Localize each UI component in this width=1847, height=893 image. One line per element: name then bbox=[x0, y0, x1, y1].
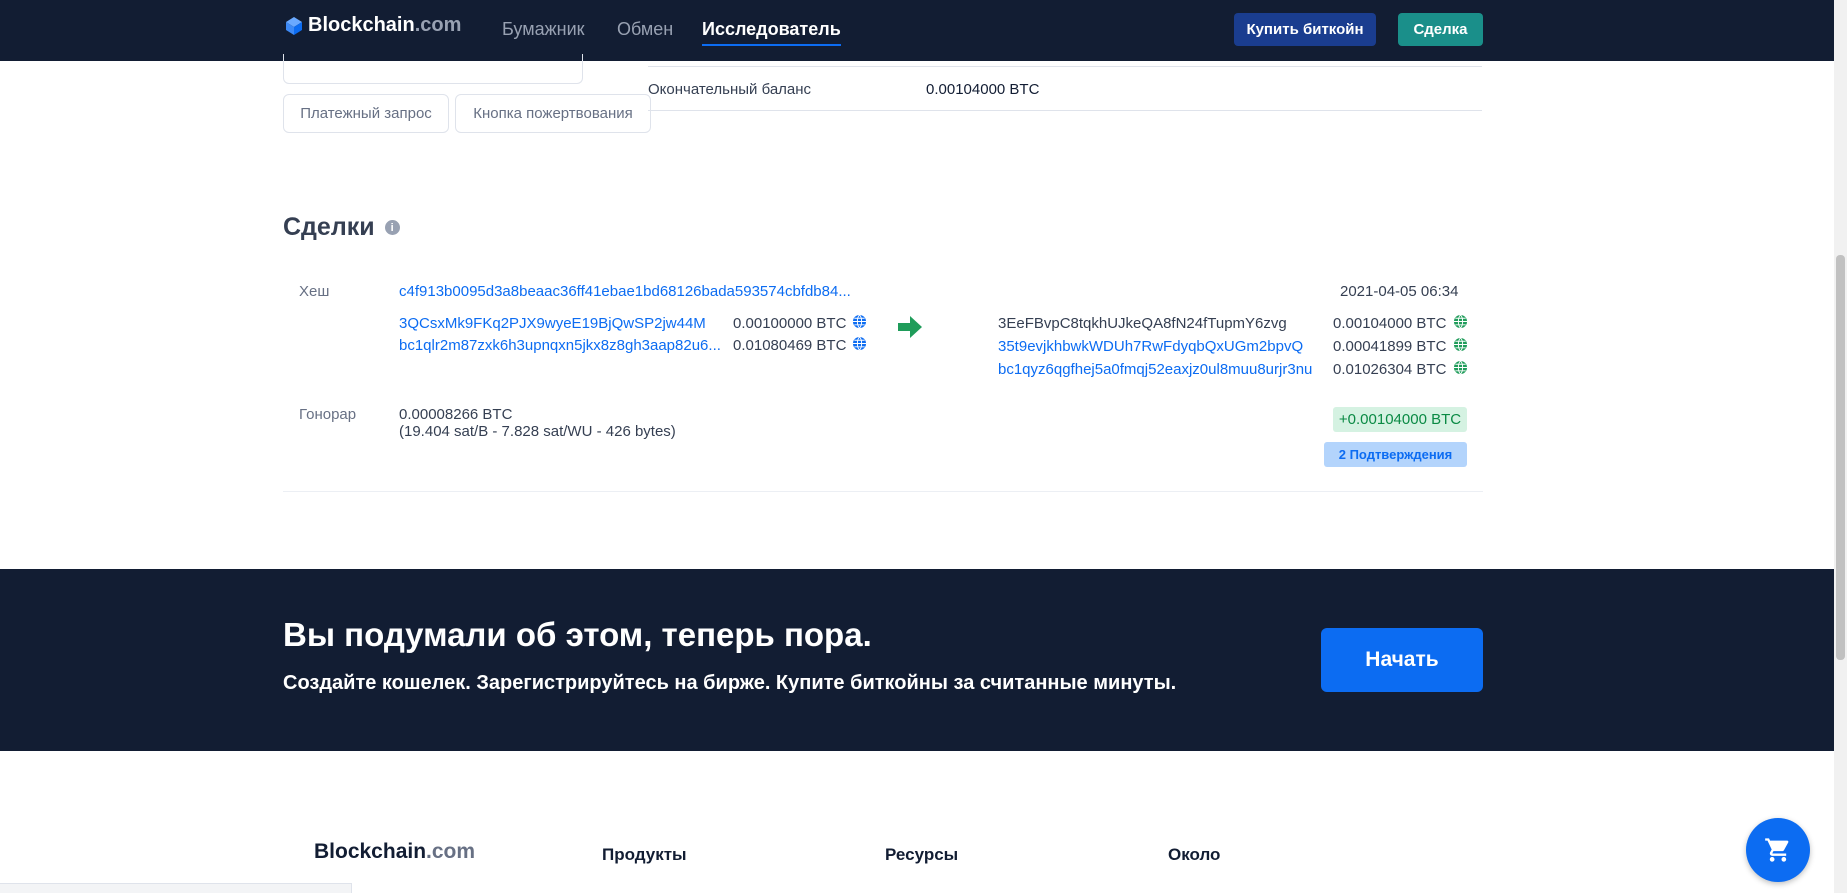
cta-subtitle: Создайте кошелек. Зарегистрируйтесь на б… bbox=[283, 672, 1177, 694]
cta-banner: Вы подумали об этом, теперь пора. Создай… bbox=[0, 569, 1834, 751]
hash-label: Хеш bbox=[299, 283, 330, 300]
input-address[interactable]: 3QCsxMk9FKq2PJX9wyeE19BjQwSP2jw44M bbox=[399, 315, 706, 332]
donation-button[interactable]: Кнопка пожертвования bbox=[455, 94, 651, 133]
footer-resources-heading: Ресурсы bbox=[885, 845, 959, 864]
divider bbox=[283, 491, 1483, 492]
globe-icon[interactable] bbox=[852, 314, 867, 329]
brand-name: Blockchain bbox=[308, 14, 415, 36]
cta-title: Вы подумали об этом, теперь пора. bbox=[283, 616, 872, 653]
brand-logo[interactable]: Blockchain.com bbox=[284, 14, 461, 37]
net-amount-badge: +0.00104000 BTC bbox=[1333, 407, 1467, 432]
footer-brand-suffix: .com bbox=[426, 840, 476, 863]
input-amount: 0.01080469 BTC bbox=[733, 337, 847, 354]
output-amount: 0.00104000 BTC bbox=[1333, 315, 1447, 332]
globe-icon[interactable] bbox=[1453, 314, 1468, 329]
output-address[interactable]: bc1qyz6qgfhej5a0fmqj52eaxjz0ul8muu8urjr3… bbox=[998, 361, 1312, 378]
page-scrollbar[interactable] bbox=[1834, 0, 1847, 893]
confirmations-badge: 2 Подтверждения bbox=[1324, 442, 1467, 467]
buy-bitcoin-button[interactable]: Купить биткойн bbox=[1234, 13, 1376, 46]
cart-button[interactable] bbox=[1746, 818, 1810, 882]
output-address-own: 3EeFBvpC8tqkhUJkeQA8fN24fTupmY6zvg bbox=[998, 315, 1287, 332]
transactions-heading: Сделки i bbox=[283, 213, 400, 242]
tx-timestamp: 2021-04-05 06:34 bbox=[1340, 283, 1459, 300]
fee-detail: (19.404 sat/B - 7.828 sat/WU - 426 bytes… bbox=[399, 423, 676, 440]
divider bbox=[648, 110, 1482, 111]
globe-icon[interactable] bbox=[852, 336, 867, 351]
scrollbar-thumb[interactable] bbox=[1836, 255, 1845, 660]
transactions-title: Сделки bbox=[283, 213, 375, 241]
output-address[interactable]: 35t9evjkhbwkWDUh7RwFdyqbQxUGm2bpvQ bbox=[998, 338, 1303, 355]
final-balance-label: Окончательный баланс bbox=[648, 81, 812, 98]
info-icon[interactable]: i bbox=[384, 220, 400, 235]
footer-brand-name: Blockchain bbox=[314, 840, 427, 863]
arrow-right-icon bbox=[898, 316, 922, 338]
output-amount: 0.01026304 BTC bbox=[1333, 361, 1447, 378]
globe-icon[interactable] bbox=[1453, 337, 1468, 352]
input-address[interactable]: bc1qlr2m87zxk6h3upnqxn5jkx8z8gh3aap82u6.… bbox=[399, 337, 721, 354]
fee-label: Гонорар bbox=[299, 406, 357, 423]
trade-button[interactable]: Сделка bbox=[1398, 13, 1483, 46]
footer-about-heading: Около bbox=[1168, 845, 1221, 864]
globe-icon[interactable] bbox=[1453, 360, 1468, 375]
footer-logo[interactable]: Blockchain.com bbox=[314, 840, 475, 864]
payment-request-button[interactable]: Платежный запрос bbox=[283, 94, 449, 133]
address-box bbox=[283, 54, 583, 84]
nav-explorer[interactable]: Исследователь bbox=[702, 19, 841, 46]
blockchain-logo-icon bbox=[286, 16, 302, 35]
input-amount: 0.00100000 BTC bbox=[733, 315, 847, 332]
fee-value: 0.00008266 BTC bbox=[399, 406, 513, 423]
final-balance-value: 0.00104000 BTC bbox=[926, 81, 1040, 98]
nav-wallet[interactable]: Бумажник bbox=[502, 19, 585, 40]
get-started-button[interactable]: Начать bbox=[1321, 628, 1483, 692]
divider bbox=[648, 66, 1482, 67]
shopping-cart-icon bbox=[1765, 838, 1789, 862]
nav-exchange[interactable]: Обмен bbox=[617, 19, 673, 40]
footer-products-heading: Продукты bbox=[602, 845, 687, 864]
browser-status-bar bbox=[0, 883, 352, 893]
output-amount: 0.00041899 BTC bbox=[1333, 338, 1447, 355]
top-navbar: Blockchain.com Бумажник Обмен Исследоват… bbox=[0, 0, 1834, 61]
tx-hash-link[interactable]: c4f913b0095d3a8beaac36ff41ebae1bd68126ba… bbox=[399, 283, 851, 300]
brand-suffix: .com bbox=[414, 14, 462, 36]
